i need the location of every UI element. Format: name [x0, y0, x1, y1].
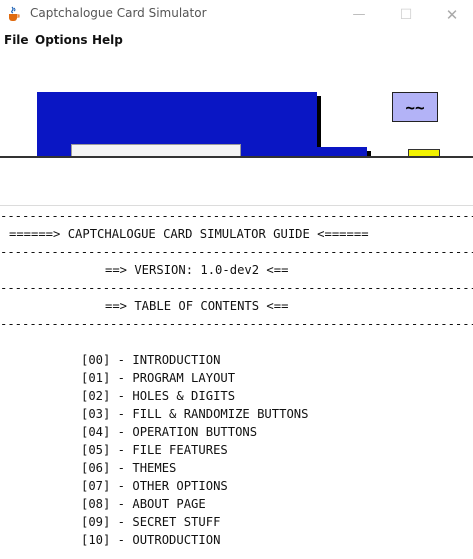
toc-item: [05] - FILE FEATURES	[81, 443, 228, 457]
menu-help[interactable]: Help	[92, 33, 123, 47]
separator-line: ----------------------------------------…	[0, 281, 473, 295]
window-title: Captchalogue Card Simulator	[30, 6, 207, 20]
maximize-button[interactable]: ☐	[387, 0, 425, 29]
table-of-contents: [00] - INTRODUCTION [01] - PROGRAM LAYOU…	[81, 351, 308, 549]
tilde-button[interactable]: ~~	[392, 92, 438, 122]
separator-line: ----------------------------------------…	[0, 245, 473, 259]
guide-header: ======> CAPTCHALOGUE CARD SIMULATOR GUID…	[9, 227, 369, 241]
toc-item: [04] - OPERATION BUTTONS	[81, 425, 258, 439]
toc-item: [00] - INTRODUCTION	[81, 353, 221, 367]
toc-item: [07] - OTHER OPTIONS	[81, 479, 228, 493]
toc-item: [01] - PROGRAM LAYOUT	[81, 371, 236, 385]
close-button[interactable]: ✕	[433, 0, 471, 29]
toc-item: [10] - OUTRODUCTION	[81, 533, 221, 547]
close-icon: ✕	[445, 5, 459, 24]
toc-item: [09] - SECRET STUFF	[81, 515, 221, 529]
toc-item: [06] - THEMES	[81, 461, 177, 475]
toc-item: [08] - ABOUT PAGE	[81, 497, 206, 511]
menu-bar: File Options Help	[0, 29, 473, 51]
menu-file[interactable]: File	[4, 33, 29, 47]
minimize-icon: —	[352, 7, 366, 22]
guide-version: ==> VERSION: 1.0-dev2 <==	[105, 263, 289, 277]
title-bar: Captchalogue Card Simulator — ☐ ✕	[0, 0, 473, 29]
guide-text-area[interactable]: ----------------------------------------…	[0, 158, 473, 559]
card-display-area: ~~	[0, 51, 473, 157]
java-cup-icon	[6, 5, 21, 22]
menu-options[interactable]: Options	[35, 33, 88, 47]
minimize-button[interactable]: —	[340, 0, 378, 29]
guide-top-border	[0, 205, 473, 206]
maximize-icon: ☐	[399, 6, 413, 23]
separator-line: ----------------------------------------…	[0, 317, 473, 331]
toc-item: [02] - HOLES & DIGITS	[81, 389, 236, 403]
separator-line: ----------------------------------------…	[0, 209, 473, 223]
toc-item: [03] - FILL & RANDOMIZE BUTTONS	[81, 407, 309, 421]
toc-title: ==> TABLE OF CONTENTS <==	[105, 299, 289, 313]
